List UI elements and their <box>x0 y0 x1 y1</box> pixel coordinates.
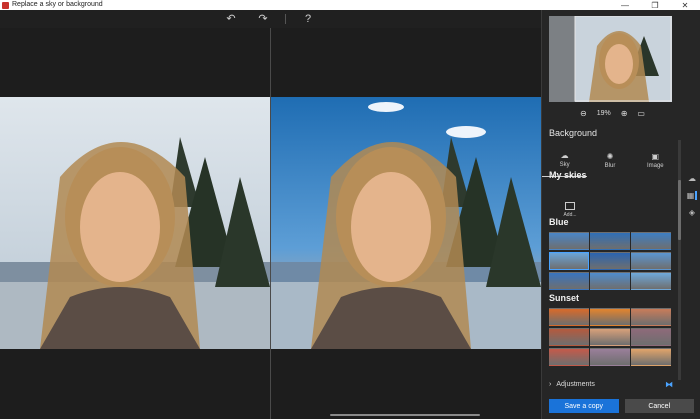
sky-thumbnail[interactable] <box>590 252 630 270</box>
color-tool-icon[interactable]: ◈ <box>689 208 695 217</box>
tab-blur[interactable]: ✺ Blur <box>587 143 632 177</box>
tab-label: Image <box>646 162 664 169</box>
blue-skies-grid <box>549 232 671 290</box>
panel-scrollbar[interactable] <box>678 140 681 380</box>
sky-thumbnail[interactable] <box>631 308 671 326</box>
sky-thumbnail[interactable] <box>631 272 671 290</box>
window-title: Replace a sky or background <box>12 1 103 8</box>
adjustments-label: Adjustments <box>556 380 595 388</box>
zoom-level: 19% <box>596 109 611 117</box>
cloud-icon: ☁ <box>560 151 569 160</box>
zoom-in-icon[interactable]: ⊕ <box>621 109 628 118</box>
sky-tool-icon[interactable]: ☁ <box>688 174 696 183</box>
adjustments-toggle[interactable]: › Adjustments ⧓ <box>542 376 683 392</box>
sky-thumbnail[interactable] <box>631 328 671 346</box>
sky-thumbnail[interactable] <box>631 232 671 250</box>
horizontal-scrollbar[interactable] <box>330 414 480 416</box>
sky-thumbnail[interactable] <box>549 328 589 346</box>
side-panel: ⊖ 19% ⊕ ▭ Background ☁ Sky ✺ Blur ▣ Imag… <box>541 10 700 419</box>
sky-thumbnail[interactable] <box>549 252 589 270</box>
sky-thumbnail[interactable] <box>549 232 589 250</box>
sky-thumbnail[interactable] <box>590 232 630 250</box>
sky-thumbnail[interactable] <box>590 308 630 326</box>
toolbar: ↶ ↷ ? <box>0 10 541 28</box>
title-bar: Replace a sky or background — ❐ ✕ <box>0 0 700 10</box>
close-button[interactable]: ✕ <box>670 0 700 10</box>
fit-screen-icon[interactable]: ▭ <box>637 109 645 118</box>
navigator-thumbnail[interactable] <box>549 16 672 102</box>
blue-skies-title: Blue <box>549 217 569 227</box>
background-tool-icon[interactable]: ▦ <box>687 191 698 200</box>
restore-button[interactable]: ❐ <box>640 0 670 10</box>
zoom-controls: ⊖ 19% ⊕ ▭ <box>542 106 683 120</box>
undo-icon[interactable]: ↶ <box>224 12 238 26</box>
compare-icon[interactable]: ⧓ <box>665 380 673 389</box>
sky-thumbnail[interactable] <box>549 272 589 290</box>
redo-icon[interactable]: ↷ <box>256 12 270 26</box>
sky-thumbnail[interactable] <box>631 348 671 366</box>
blur-icon: ✺ <box>606 151 614 161</box>
preview-photo <box>271 97 541 349</box>
window-controls: — ❐ ✕ <box>610 0 700 10</box>
save-copy-button[interactable]: Save a copy <box>549 399 619 413</box>
sky-thumbnail[interactable] <box>549 348 589 366</box>
tab-image[interactable]: ▣ Image <box>633 143 678 177</box>
add-sky-button[interactable]: Add... <box>560 202 580 218</box>
scrollbar-thumb[interactable] <box>678 180 681 240</box>
sunset-skies-grid <box>549 308 671 366</box>
section-title: Background <box>549 128 598 138</box>
sky-thumbnail[interactable] <box>590 328 630 346</box>
sky-thumbnail[interactable] <box>549 308 589 326</box>
app-icon <box>2 1 9 9</box>
canvas[interactable] <box>0 28 541 419</box>
image-icon: ▣ <box>651 151 660 161</box>
tab-label: Blur <box>604 162 616 169</box>
my-skies-title: My skies <box>549 170 587 180</box>
help-icon[interactable]: ? <box>301 12 315 26</box>
sky-thumbnail[interactable] <box>590 348 630 366</box>
cancel-button[interactable]: Cancel <box>624 399 694 413</box>
action-buttons: Save a copy Cancel <box>549 399 694 413</box>
zoom-out-icon[interactable]: ⊖ <box>580 109 587 118</box>
original-photo <box>0 97 270 349</box>
toolbar-divider <box>285 14 286 24</box>
minimize-button[interactable]: — <box>610 0 640 10</box>
tool-rail: ☁ ▦ ◈ <box>685 174 699 217</box>
tab-label: Sky <box>559 162 570 168</box>
sunset-skies-title: Sunset <box>549 293 580 303</box>
add-image-icon <box>565 202 575 210</box>
sky-thumbnail[interactable] <box>631 252 671 270</box>
chevron-right-icon: › <box>549 380 552 388</box>
sky-thumbnail[interactable] <box>590 272 630 290</box>
